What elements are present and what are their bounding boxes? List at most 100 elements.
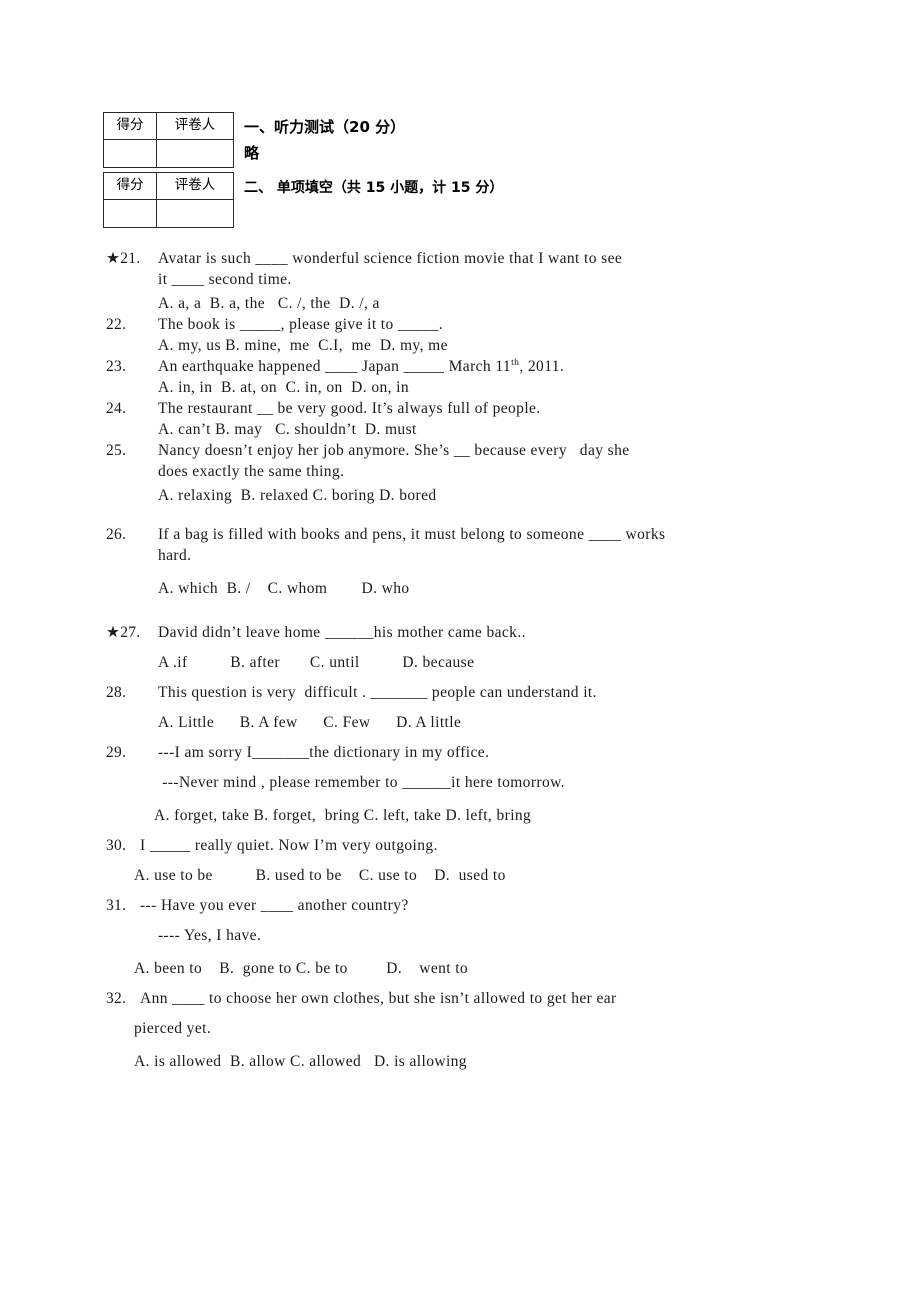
section-1-title: 一、听力测试（20 分） xyxy=(244,118,406,136)
question-stem: 31. --- Have you ever ____ another count… xyxy=(106,897,876,915)
option-gap xyxy=(106,948,876,957)
question-options[interactable]: A. in, in B. at, on C. in, on D. on, in xyxy=(158,376,876,400)
question-marker: 28. xyxy=(106,684,127,701)
score-value-cell[interactable] xyxy=(103,199,157,228)
question-options[interactable]: A. relaxing B. relaxed C. boring D. bore… xyxy=(158,484,876,508)
question-options[interactable]: A. my, us B. mine, me C.I, me D. my, me xyxy=(158,334,876,358)
option-gap xyxy=(106,642,876,651)
exam-page: 得分 评卷人 一、听力测试（20 分） 略 得分 评卷人 二、 单项填空（共 1… xyxy=(0,0,920,1302)
question-stem-text: ---I am sorry I_______the dictionary in … xyxy=(158,744,490,761)
question-stem: 22. The book is _____, please give it to… xyxy=(106,316,876,334)
question-21: ★21. Avatar is such ____ wonderful scien… xyxy=(106,249,876,316)
question-stem: ★27. David didn’t leave home ______his m… xyxy=(106,623,876,642)
question-stem-text: Avatar is such ____ wonderful science fi… xyxy=(158,250,623,267)
question-gap xyxy=(106,888,876,897)
exam-header: 得分 评卷人 一、听力测试（20 分） 略 得分 评卷人 二、 单项填空（共 1… xyxy=(103,112,863,228)
grader-header-cell: 评卷人 xyxy=(156,172,234,200)
question-marker: 26. xyxy=(106,526,127,543)
question-stem-text: I _____ really quiet. Now I’m very outgo… xyxy=(140,837,438,854)
question-options[interactable]: A. forget, take B. forget, bring C. left… xyxy=(154,804,876,828)
question-stem-continued: it ____ second time. xyxy=(158,271,292,288)
question-stem-text: --- Have you ever ____ another country? xyxy=(140,897,409,914)
option-gap xyxy=(106,568,876,577)
score-table-input-row xyxy=(103,139,234,168)
option-gap xyxy=(106,855,876,864)
question-gap xyxy=(106,508,876,526)
question-gap xyxy=(106,828,876,837)
question-25: 25. Nancy doesn’t enjoy her job anymore.… xyxy=(106,442,876,508)
question-31: 31. --- Have you ever ____ another count… xyxy=(106,897,876,981)
option-gap xyxy=(106,795,876,804)
score-table-header-row: 得分 评卷人 xyxy=(103,172,234,200)
score-table-section-1: 得分 评卷人 xyxy=(103,112,234,168)
question-24: 24. The restaurant __ be very good. It’s… xyxy=(106,400,876,442)
question-options[interactable]: A .if B. after C. until D. because xyxy=(158,651,876,675)
grader-value-cell[interactable] xyxy=(156,139,234,168)
score-value-cell[interactable] xyxy=(103,139,157,168)
question-28: 28. This question is very difficult . __… xyxy=(106,684,876,735)
score-header-cell: 得分 xyxy=(103,172,157,200)
section-2-row: 得分 评卷人 二、 单项填空（共 15 小题，计 15 分） xyxy=(103,172,863,228)
question-gap xyxy=(106,981,876,990)
question-stem-text: This question is very difficult . ______… xyxy=(158,684,597,701)
question-32: 32. Ann ____ to choose her own clothes, … xyxy=(106,990,876,1074)
question-27: ★27. David didn’t leave home ______his m… xyxy=(106,623,876,675)
question-options[interactable]: A. use to be B. used to be C. use to D. … xyxy=(134,864,876,888)
section-2-title: 二、 单项填空（共 15 小题，计 15 分） xyxy=(244,180,504,196)
question-options[interactable]: A. is allowed B. allow C. allowed D. is … xyxy=(134,1050,876,1074)
question-marker: ★27. xyxy=(106,624,141,641)
question-stem: 28. This question is very difficult . __… xyxy=(106,684,876,702)
question-options[interactable]: A. been to B. gone to C. be to D. went t… xyxy=(134,957,876,981)
question-options[interactable]: A. can’t B. may C. shouldn’t D. must xyxy=(158,418,876,442)
question-stem-text: The book is _____, please give it to ___… xyxy=(158,316,443,333)
question-options[interactable]: A. Little B. A few C. Few D. A little xyxy=(158,711,876,735)
question-options[interactable]: A. which B. / C. whom D. who xyxy=(158,577,876,601)
question-options[interactable]: A. a, a B. a, the C. /, the D. /, a xyxy=(158,292,876,316)
question-marker: 29. xyxy=(106,744,127,761)
question-stem: 23. An earthquake happened ____ Japan __… xyxy=(106,358,876,376)
question-stem-text: An earthquake happened ____ Japan _____ … xyxy=(158,358,876,376)
grader-value-cell[interactable] xyxy=(156,199,234,228)
question-stem-text: The restaurant __ be very good. It’s alw… xyxy=(158,400,541,417)
question-gap xyxy=(106,601,876,623)
question-marker: 25. xyxy=(106,442,127,459)
question-30: 30. I _____ really quiet. Now I’m very o… xyxy=(106,837,876,888)
question-stem-text: Nancy doesn’t enjoy her job anymore. She… xyxy=(158,442,630,459)
question-stem-text: David didn’t leave home ______his mother… xyxy=(158,624,526,641)
question-gap xyxy=(106,675,876,684)
question-marker: 31. xyxy=(106,897,127,914)
question-marker: 23. xyxy=(106,358,127,375)
question-stem: 29. ---I am sorry I_______the dictionary… xyxy=(106,744,876,762)
grader-header-cell: 评卷人 xyxy=(156,112,234,140)
question-stem: ★21. Avatar is such ____ wonderful scien… xyxy=(106,249,876,268)
question-gap xyxy=(106,735,876,744)
stem-text-pre: An earthquake happened ____ Japan _____ … xyxy=(158,358,512,375)
score-table-header-row: 得分 评卷人 xyxy=(103,112,234,140)
option-gap xyxy=(106,702,876,711)
option-gap xyxy=(106,1041,876,1050)
question-marker: ★21. xyxy=(106,250,141,267)
question-marker: 32. xyxy=(106,990,127,1007)
section-1-text: 一、听力测试（20 分） 略 xyxy=(244,112,405,166)
question-stem: 26. If a bag is filled with books and pe… xyxy=(106,526,876,544)
question-stem-text: If a bag is filled with books and pens, … xyxy=(158,526,666,543)
score-table-input-row xyxy=(103,199,234,228)
question-list: ★21. Avatar is such ____ wonderful scien… xyxy=(106,249,876,1074)
question-stem-continued: pierced yet. xyxy=(134,1020,212,1037)
question-stem: 24. The restaurant __ be very good. It’s… xyxy=(106,400,876,418)
question-stem-text: Ann ____ to choose her own clothes, but … xyxy=(140,990,617,1007)
question-marker: 22. xyxy=(106,316,127,333)
question-stem-continued: ---Never mind , please remember to _____… xyxy=(158,774,565,791)
question-marker: 30. xyxy=(106,837,127,854)
question-29: 29. ---I am sorry I_______the dictionary… xyxy=(106,744,876,828)
section-2-text: 二、 单项填空（共 15 小题，计 15 分） xyxy=(244,172,503,202)
question-26: 26. If a bag is filled with books and pe… xyxy=(106,526,876,601)
question-stem: 30. I _____ really quiet. Now I’m very o… xyxy=(106,837,876,855)
question-stem: 25. Nancy doesn’t enjoy her job anymore.… xyxy=(106,442,876,460)
stem-text-post: , 2011. xyxy=(519,358,565,375)
score-table-section-2: 得分 评卷人 xyxy=(103,172,234,228)
score-header-cell: 得分 xyxy=(103,112,157,140)
question-stem-continued: does exactly the same thing. xyxy=(158,463,345,480)
